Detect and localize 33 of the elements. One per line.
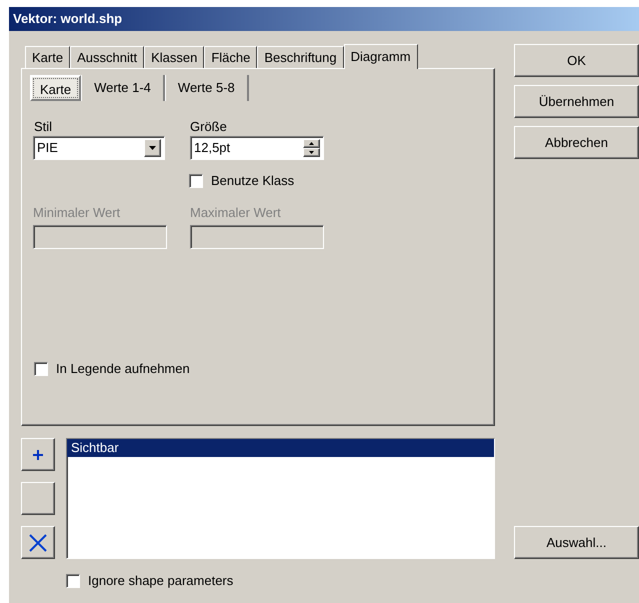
cancel-button[interactable]: Abbrechen bbox=[514, 126, 639, 159]
tab[interactable]: Karte bbox=[25, 46, 70, 68]
tab[interactable]: Karte bbox=[30, 75, 82, 101]
field-label: Maximaler Wert bbox=[190, 204, 281, 222]
tab[interactable]: Werte 5-8 bbox=[164, 75, 249, 101]
select-button[interactable]: Auswahl... bbox=[514, 526, 639, 559]
size-spinner[interactable]: 12,5pt bbox=[190, 136, 324, 160]
cross-icon bbox=[28, 532, 48, 552]
tab[interactable]: Ausschnitt bbox=[70, 46, 144, 68]
style-dropdown[interactable]: PIE bbox=[33, 136, 165, 160]
delete-button[interactable] bbox=[21, 526, 55, 559]
field-label: Minimaler Wert bbox=[33, 204, 120, 222]
field-label: Größe bbox=[190, 118, 227, 136]
tab[interactable]: Werte 1-4 bbox=[81, 75, 165, 101]
list-item[interactable]: Sichtbar bbox=[67, 439, 494, 457]
checkbox-label: In Legende aufnehmen bbox=[56, 360, 190, 378]
tab[interactable]: Beschriftung bbox=[257, 46, 344, 68]
tab[interactable]: Klassen bbox=[144, 46, 204, 68]
checkbox[interactable] bbox=[189, 174, 203, 188]
checkbox[interactable] bbox=[34, 362, 48, 376]
apply-button[interactable]: Übernehmen bbox=[514, 85, 639, 118]
field-label: Stil bbox=[34, 118, 52, 136]
blank-button[interactable] bbox=[21, 482, 55, 515]
spin-arrows-icon[interactable] bbox=[303, 139, 320, 157]
plus-icon bbox=[33, 450, 43, 460]
checkbox-label: Ignore shape parameters bbox=[88, 572, 234, 590]
add-button[interactable] bbox=[21, 438, 55, 471]
checkbox-label: Benutze Klass bbox=[211, 172, 294, 190]
ok-button[interactable]: OK bbox=[514, 44, 639, 77]
tab[interactable]: Diagramm bbox=[344, 44, 418, 69]
tab[interactable]: Fläche bbox=[204, 46, 258, 68]
window-title: Vektor: world.shp bbox=[9, 7, 639, 31]
checkbox[interactable] bbox=[66, 574, 80, 588]
